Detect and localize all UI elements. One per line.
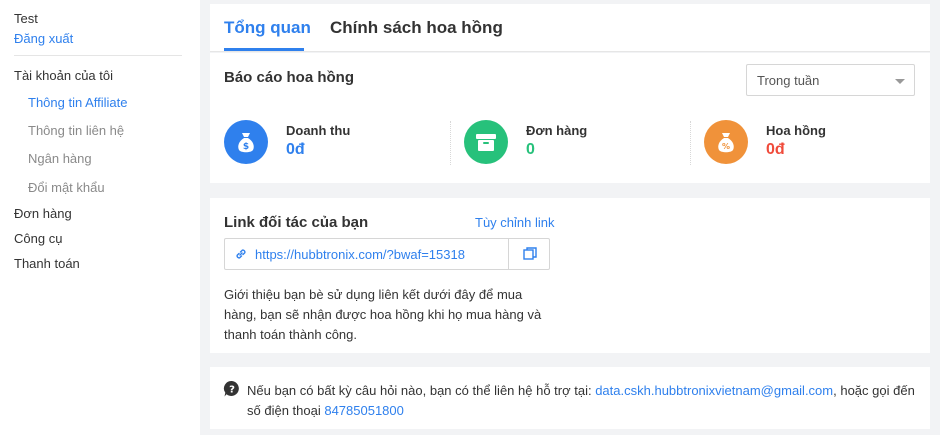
chevron-down-icon [895,79,905,84]
stat-divider [690,121,691,165]
support-card: ? Nếu bạn có bất kỳ câu hỏi nào, bạn có … [210,367,930,429]
report-title: Báo cáo hoa hồng [224,69,355,86]
sidebar-divider [14,55,182,56]
support-text: Nếu bạn có bất kỳ câu hỏi nào, bạn có th… [247,381,917,421]
stat-commission-value: 0đ [766,141,785,158]
copy-link-button[interactable] [508,239,550,269]
sidebar-item-change-password[interactable]: Đổi mật khẩu [28,180,105,195]
stat-revenue-value: 0đ [286,141,305,158]
support-phone-link[interactable]: 84785051800 [324,403,404,418]
partner-link-field [224,238,550,270]
commission-report-card: Báo cáo hoa hồng Trong tuần $ Doanh thu … [210,53,930,183]
sidebar-item-payment[interactable]: Thanh toán [14,256,80,271]
link-icon [236,249,246,259]
partner-link-description: Giới thiệu bạn bè sử dụng liên kết dưới … [224,287,542,342]
stat-divider [450,121,451,165]
stat-commission-label: Hoa hồng [766,123,826,138]
sidebar-item-bank[interactable]: Ngân hàng [28,151,92,166]
stat-revenue-label: Doanh thu [286,123,351,138]
sidebar-item-orders[interactable]: Đơn hàng [14,206,72,221]
sidebar-item-my-account[interactable]: Tài khoản của tôi [14,68,113,83]
support-email-link[interactable]: data.cskh.hubbtronixvietnam@gmail.com [595,383,833,398]
period-select-value: Trong tuần [757,73,820,88]
box-icon [464,120,508,164]
active-tab-indicator [224,48,304,51]
partner-link-card: Link đối tác của bạn Tùy chỉnh link Giới… [210,198,930,353]
sidebar-item-contact-info[interactable]: Thông tin liên hệ [28,123,124,138]
stat-orders-label: Đơn hàng [526,123,588,138]
stat-orders-value: 0 [526,141,535,158]
customize-link-button[interactable]: Tùy chỉnh link [475,215,554,230]
svg-text:?: ? [229,385,235,396]
stat-revenue: $ Doanh thu 0đ [224,120,444,170]
sidebar: Test Đăng xuất Tài khoản của tôi Thông t… [0,0,200,435]
partner-link-input[interactable] [255,239,507,269]
partner-link-title: Link đối tác của bạn [224,214,369,231]
tab-overview[interactable]: Tổng quan [224,18,311,38]
user-name: Test [14,11,38,26]
tabs-bar: Tổng quan Chính sách hoa hồng [210,4,930,52]
money-bag-icon: $ [224,120,268,164]
stat-orders: Đơn hàng 0 [464,120,684,170]
logout-link[interactable]: Đăng xuất [14,31,73,46]
percent-bag-icon: % [704,120,748,164]
question-chat-icon: ? [223,380,239,397]
support-text-before: Nếu bạn có bất kỳ câu hỏi nào, bạn có th… [247,383,596,398]
svg-text:%: % [722,142,730,151]
tab-commission-policy[interactable]: Chính sách hoa hồng [330,18,503,38]
sidebar-item-affiliate-info[interactable]: Thông tin Affiliate [28,95,128,110]
copy-icon [522,247,537,260]
sidebar-item-tools[interactable]: Công cụ [14,231,62,246]
svg-text:$: $ [243,142,249,152]
period-select[interactable]: Trong tuần [746,64,915,96]
stat-commission: % Hoa hồng 0đ [704,120,924,170]
